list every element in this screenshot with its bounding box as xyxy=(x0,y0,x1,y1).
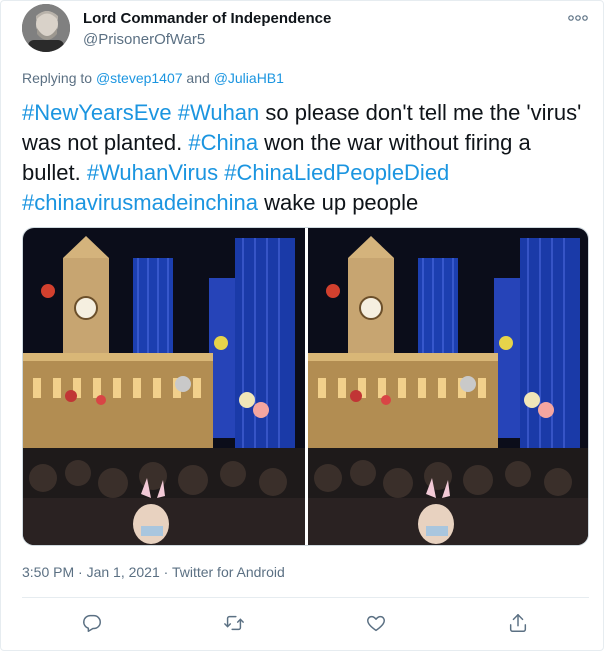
tweet-text-segment: wake up people xyxy=(258,190,419,215)
tweet-timestamp[interactable]: 3:50 PM · Jan 1, 2021 · Twitter for Andr… xyxy=(22,564,285,580)
tweet-actions xyxy=(1,606,605,640)
reply-prefix: Replying to xyxy=(22,70,96,86)
author-handle[interactable]: @PrisonerOfWar5 xyxy=(83,31,205,48)
reply-and: and xyxy=(182,70,214,86)
tweet-card: Lord Commander of Independence @Prisoner… xyxy=(0,0,604,651)
retweet-icon[interactable] xyxy=(217,606,251,640)
night-celebration-image xyxy=(308,228,588,545)
like-icon[interactable] xyxy=(359,606,393,640)
reply-icon[interactable] xyxy=(75,606,109,640)
hashtag-link[interactable]: #WuhanVirus xyxy=(87,160,218,185)
hashtag-link[interactable]: #NewYearsEve xyxy=(22,100,172,125)
author-name[interactable]: Lord Commander of Independence xyxy=(83,10,331,27)
share-icon[interactable] xyxy=(501,606,535,640)
tweet-media[interactable] xyxy=(22,227,589,546)
avatar[interactable] xyxy=(22,4,70,52)
photo-right[interactable] xyxy=(308,228,588,545)
replying-to: Replying to @stevep1407 and @JuliaHB1 xyxy=(22,70,284,86)
hashtag-link[interactable]: #China xyxy=(188,130,258,155)
divider xyxy=(22,597,589,598)
avatar-image xyxy=(22,4,70,52)
photo-left[interactable] xyxy=(23,228,305,545)
hashtag-link[interactable]: #Wuhan xyxy=(178,100,260,125)
hashtag-link[interactable]: #ChinaLiedPeopleDied xyxy=(224,160,449,185)
night-celebration-image xyxy=(23,228,305,545)
more-icon[interactable] xyxy=(567,10,589,26)
reply-mention-1[interactable]: @stevep1407 xyxy=(96,70,183,86)
reply-mention-2[interactable]: @JuliaHB1 xyxy=(214,70,284,86)
tweet-text: #NewYearsEve #Wuhan so please don't tell… xyxy=(22,98,592,218)
hashtag-link[interactable]: #chinavirusmadeinchina xyxy=(22,190,258,215)
